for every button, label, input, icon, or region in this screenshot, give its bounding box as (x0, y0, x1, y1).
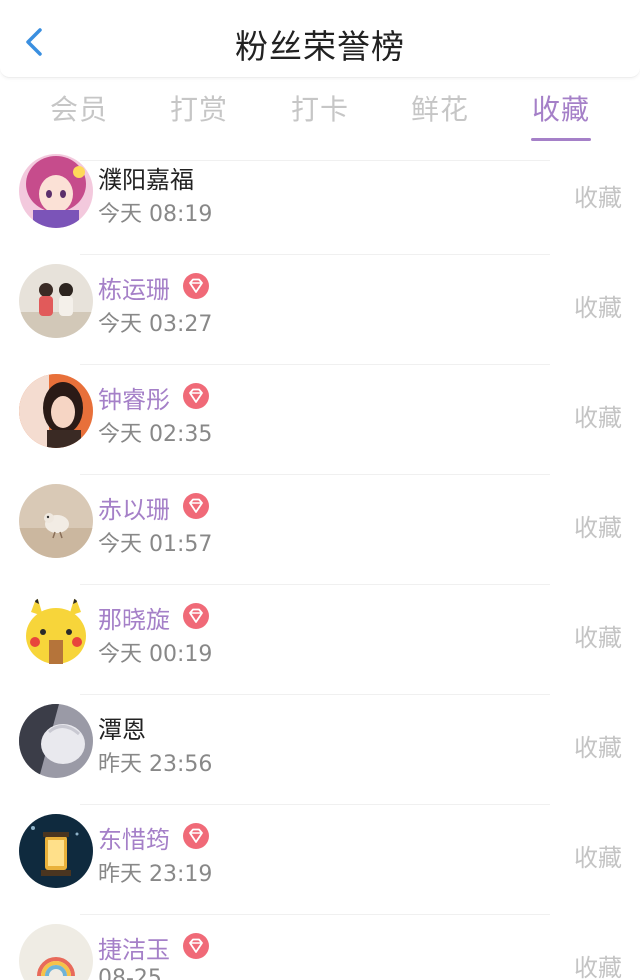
avatar[interactable] (19, 704, 93, 778)
fan-name: 捷洁玉 (98, 936, 170, 964)
fan-time: 今天 00:19 (98, 642, 213, 667)
row-divider (80, 914, 550, 915)
fan-name: 东惜筠 (98, 826, 170, 854)
tab-tips[interactable]: 打赏 (149, 88, 249, 128)
tab-favorites[interactable]: 收藏 (511, 88, 611, 128)
fan-name: 钟睿彤 (98, 386, 170, 414)
favorite-label: 收藏 (574, 734, 622, 762)
tab-members[interactable]: 会员 (29, 88, 129, 128)
vip-badge (182, 492, 210, 520)
tab-flowers[interactable]: 鲜花 (390, 88, 490, 128)
diamond-badge-icon (183, 493, 209, 519)
vip-badge (182, 272, 210, 300)
favorite-label: 收藏 (574, 294, 622, 322)
vip-badge (182, 602, 210, 630)
diamond-badge-icon (183, 383, 209, 409)
avatar[interactable] (19, 594, 93, 668)
favorite-label: 收藏 (574, 514, 622, 542)
list-item[interactable]: 赤以珊 今天 01:57 收藏 (0, 474, 640, 584)
diamond-badge-icon (183, 823, 209, 849)
list-item[interactable]: 潭恩 昨天 23:56 收藏 (0, 694, 640, 804)
list-item[interactable]: 捷洁玉 08-25 收藏 (0, 914, 640, 980)
tab-checkin[interactable]: 打卡 (270, 88, 370, 128)
fan-time: 今天 03:27 (98, 312, 213, 337)
diamond-badge-icon (183, 273, 209, 299)
list-item[interactable]: 栋运珊 今天 03:27 收藏 (0, 254, 640, 364)
row-divider (80, 584, 550, 585)
list-item[interactable]: 那晓旋 今天 00:19 收藏 (0, 584, 640, 694)
list-item[interactable]: 东惜筠 昨天 23:19 收藏 (0, 804, 640, 914)
row-divider (80, 474, 550, 475)
fan-time: 昨天 23:56 (98, 752, 213, 777)
fan-name: 濮阳嘉福 (98, 166, 194, 194)
top-nav-bar: 粉丝荣誉榜 (0, 0, 640, 78)
gray-photo-avatar-icon (19, 704, 93, 778)
rainbow-avatar-icon (19, 924, 93, 980)
favorite-label: 收藏 (574, 184, 622, 212)
fan-name: 赤以珊 (98, 496, 170, 524)
avatar[interactable] (19, 814, 93, 888)
avatar[interactable] (19, 924, 93, 980)
tab-bar: 会员 打赏 打卡 鲜花 收藏 (0, 82, 640, 144)
list-item[interactable]: 钟睿彤 今天 02:35 收藏 (0, 364, 640, 474)
fan-time: 昨天 23:19 (98, 862, 213, 887)
fan-name: 那晓旋 (98, 606, 170, 634)
favorite-label: 收藏 (574, 954, 622, 980)
pikachu-avatar-icon (19, 594, 93, 668)
row-divider (80, 804, 550, 805)
favorite-label: 收藏 (574, 404, 622, 432)
avatar[interactable] (19, 264, 93, 338)
fan-time: 今天 01:57 (98, 532, 213, 557)
fan-time: 今天 08:19 (98, 202, 213, 227)
fan-time: 08-25 (98, 966, 162, 980)
row-divider (80, 364, 550, 365)
anime-girl-avatar-icon (19, 154, 93, 228)
couple-photo-avatar-icon (19, 264, 93, 338)
active-tab-indicator (531, 138, 591, 141)
fan-time: 今天 02:35 (98, 422, 213, 447)
favorite-label: 收藏 (574, 844, 622, 872)
vip-badge (182, 822, 210, 850)
page-title: 粉丝荣誉榜 (235, 27, 405, 66)
fan-name: 潭恩 (98, 716, 146, 744)
row-divider (80, 694, 550, 695)
vip-badge (182, 382, 210, 410)
avatar[interactable] (19, 484, 93, 558)
lantern-photo-avatar-icon (19, 814, 93, 888)
fan-name: 栋运珊 (98, 276, 170, 304)
vip-badge (182, 932, 210, 960)
bird-photo-avatar-icon (19, 484, 93, 558)
favorite-label: 收藏 (574, 624, 622, 652)
diamond-badge-icon (183, 603, 209, 629)
row-divider (80, 254, 550, 255)
diamond-badge-icon (183, 933, 209, 959)
girl-portrait-avatar-icon (19, 374, 93, 448)
avatar[interactable] (19, 154, 93, 228)
avatar[interactable] (19, 374, 93, 448)
